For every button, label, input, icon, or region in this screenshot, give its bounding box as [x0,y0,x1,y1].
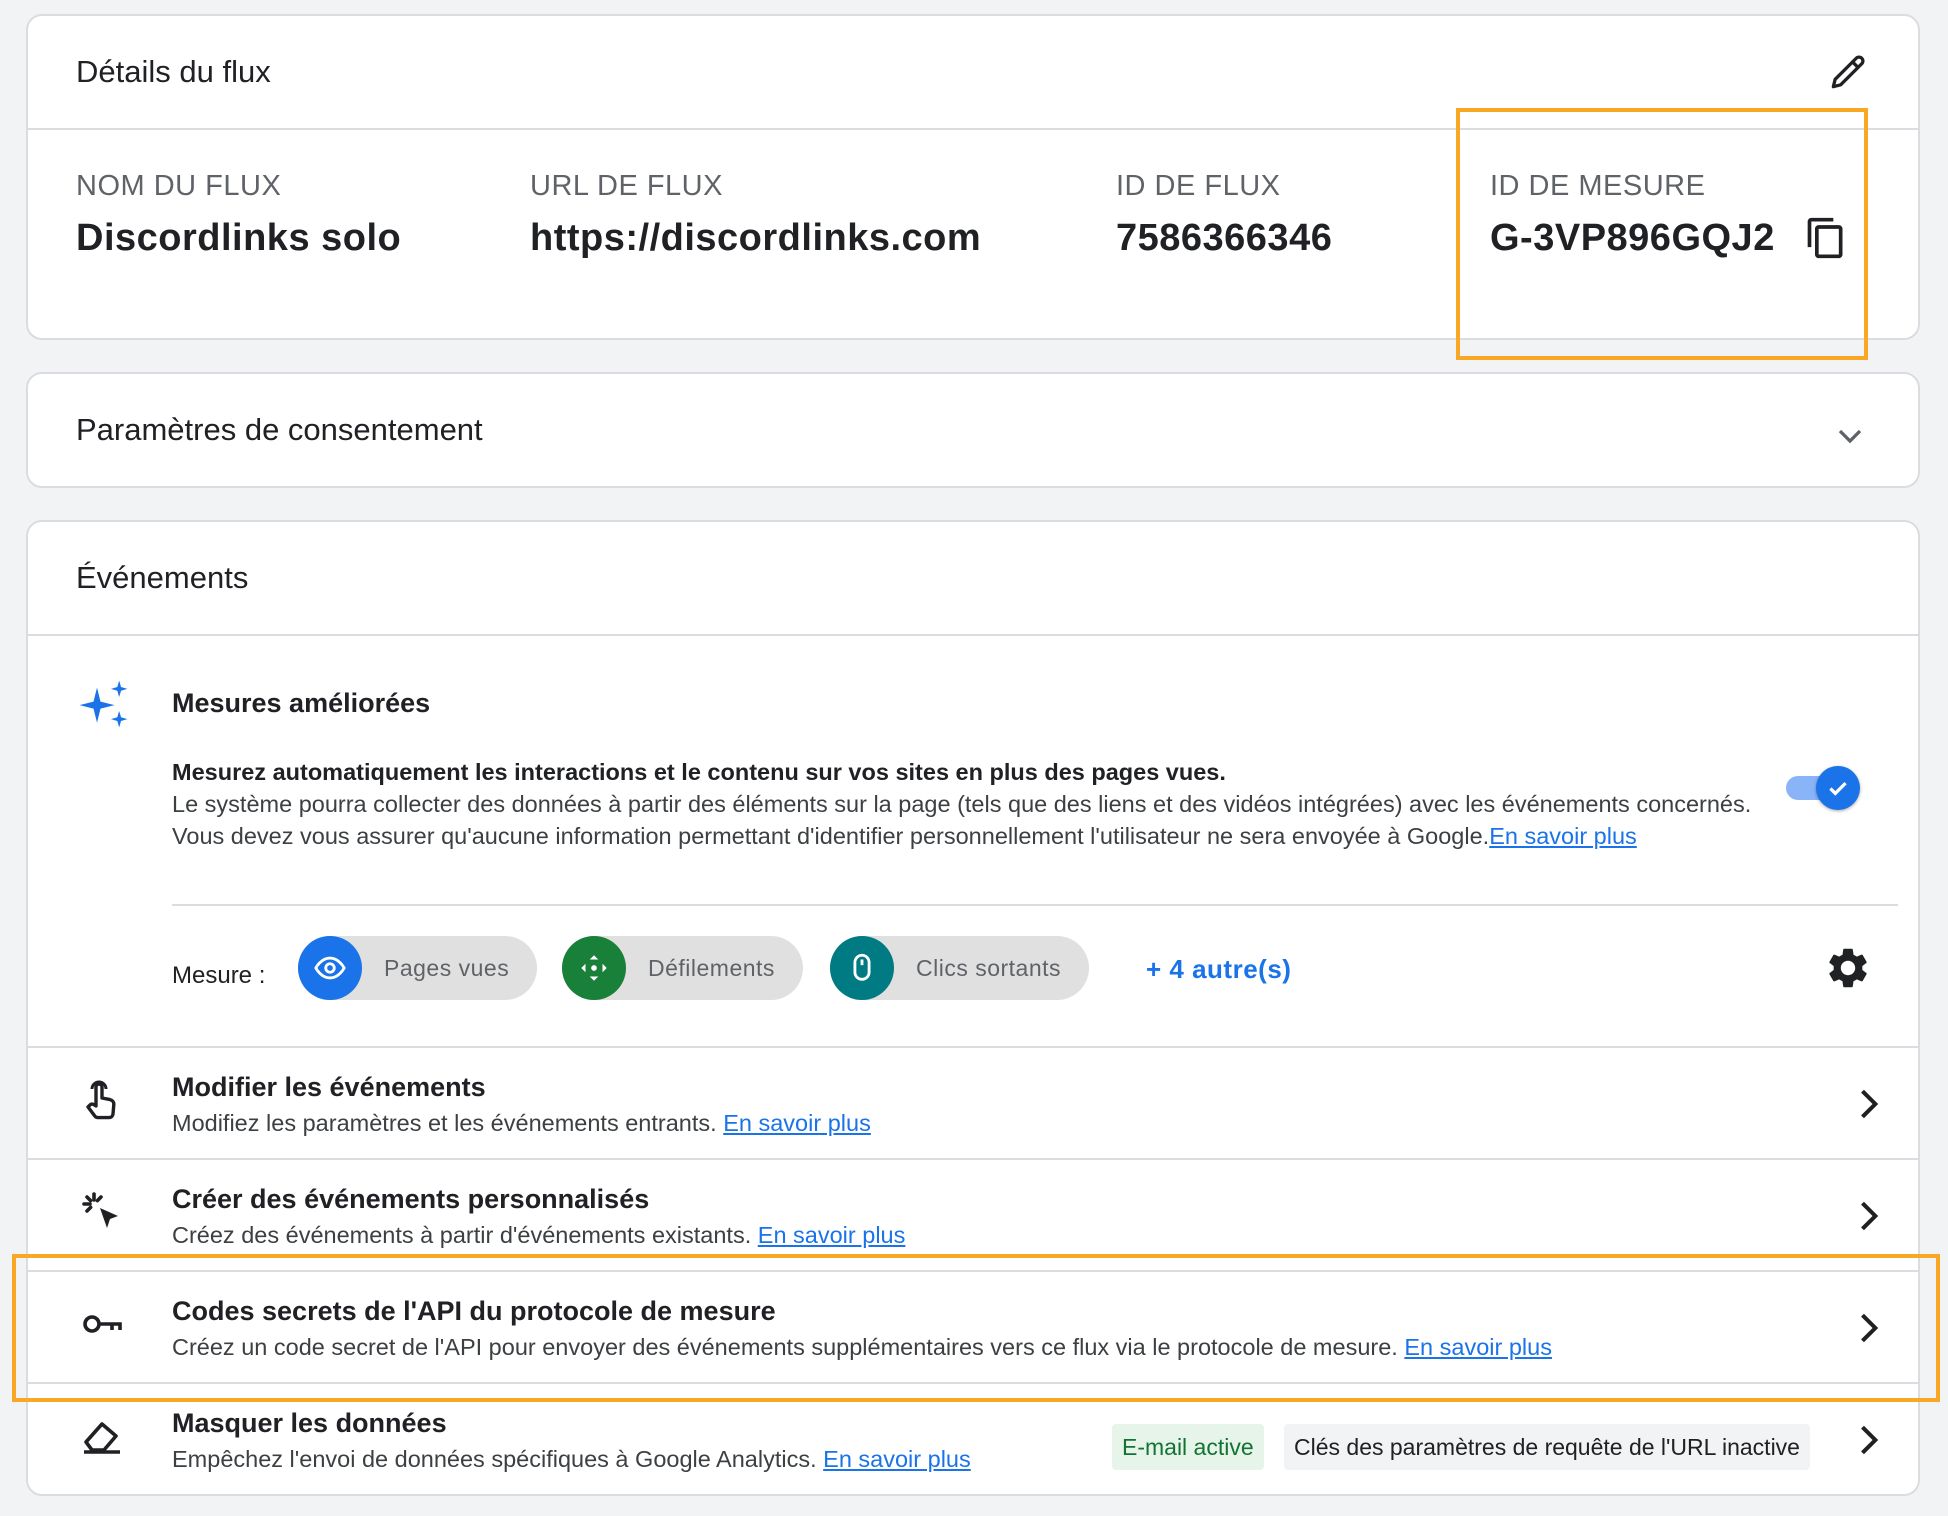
enhanced-measurement-toggle[interactable] [1784,766,1860,810]
url-query-status-badge: Clés des paramètres de requête de l'URL … [1284,1424,1810,1470]
chip-outbound-clicks[interactable]: Clics sortants [830,936,1090,1000]
scroll-icon [562,936,626,1000]
mouse-icon [830,936,894,1000]
stream-details-row: NOM DU FLUX Discordlinks solo URL DE FLU… [28,130,1918,338]
events-header: Événements [28,522,1918,636]
stream-details-header: Détails du flux [28,16,1918,130]
toggle-knob [1816,766,1860,810]
learn-more-link[interactable]: En savoir plus [723,1110,871,1136]
consent-settings-title: Paramètres de consentement [76,412,483,447]
row-title: Modifier les événements [172,1072,486,1102]
measurement-id-label: ID DE MESURE [1490,170,1706,202]
measurement-id-value: G-3VP896GQJ2 [1490,217,1775,259]
chip-scrolls[interactable]: Défilements [562,936,803,1000]
row-subtitle: Créez un code secret de l'API pour envoy… [172,1334,1552,1361]
events-card: Événements Mesures améliorées Mesurez au… [26,520,1920,1496]
chip-label: Défilements [648,954,775,981]
key-icon [78,1300,134,1356]
row-title: Masquer les données [172,1408,447,1438]
row-subtitle: Empêchez l'envoi de données spécifiques … [172,1446,971,1473]
chevron-right-icon[interactable] [1846,1306,1890,1350]
eye-icon [298,936,362,1000]
stream-details-card: Détails du flux NOM DU FLUX Discordlinks… [26,14,1920,340]
stream-name-label: NOM DU FLUX [76,170,282,202]
row-subtitle-text: Modifiez les paramètres et les événement… [172,1110,717,1136]
touch-icon [78,1076,134,1132]
stream-name-value: Discordlinks solo [76,217,402,259]
eraser-icon [78,1412,134,1468]
edit-icon[interactable] [1826,50,1870,94]
row-subtitle-text: Créez un code secret de l'API pour envoy… [172,1334,1398,1360]
stream-name-field: NOM DU FLUX Discordlinks solo [76,170,401,260]
row-subtitle: Créez des événements à partir d'événemen… [172,1222,905,1249]
chip-label: Pages vues [384,954,510,981]
stream-details-title: Détails du flux [76,54,271,89]
row-subtitle: Modifiez les paramètres et les événement… [172,1110,871,1137]
consent-settings-header[interactable]: Paramètres de consentement [28,374,1918,486]
gear-icon[interactable] [1824,944,1872,992]
chevron-down-icon[interactable] [1830,416,1870,456]
api-secrets-row[interactable]: Codes secrets de l'API du protocole de m… [28,1272,1918,1384]
enhanced-description-bold: Mesurez automatiquement les interactions… [172,759,1226,785]
stream-url-label: URL DE FLUX [530,170,723,202]
learn-more-link[interactable]: En savoir plus [758,1222,906,1248]
stream-url-field: URL DE FLUX https://discordlinks.com [530,170,981,260]
modify-events-row[interactable]: Modifier les événements Modifiez les par… [28,1048,1918,1160]
check-icon [1825,775,1851,801]
chip-page-views[interactable]: Pages vues [298,936,538,1000]
row-title: Créer des événements personnalisés [172,1184,650,1214]
measurement-id-field: ID DE MESURE G-3VP896GQJ2 [1490,170,1775,260]
click-icon [78,1188,134,1244]
enhanced-measurement-section: Mesures améliorées Mesurez automatiqueme… [28,636,1918,1048]
events-title: Événements [76,560,249,595]
row-subtitle-text: Empêchez l'envoi de données spécifiques … [172,1446,817,1472]
enhanced-measurement-title: Mesures améliorées [172,688,431,718]
learn-more-link[interactable]: En savoir plus [1404,1334,1552,1360]
more-measures-link[interactable]: + 4 autre(s) [1146,954,1291,985]
stream-url-value: https://discordlinks.com [530,217,982,259]
stream-id-label: ID DE FLUX [1116,170,1281,202]
copy-icon[interactable] [1804,216,1848,260]
redact-data-row[interactable]: Masquer les données Empêchez l'envoi de … [28,1384,1918,1494]
stream-id-value: 7586366346 [1116,217,1333,259]
learn-more-link[interactable]: En savoir plus [823,1446,971,1472]
create-custom-events-row[interactable]: Créer des événements personnalisés Créez… [28,1160,1918,1272]
enhanced-learn-more-link[interactable]: En savoir plus [1489,823,1637,849]
chevron-right-icon[interactable] [1846,1418,1890,1462]
consent-settings-card[interactable]: Paramètres de consentement [26,372,1920,488]
measure-label: Mesure : [172,962,266,989]
chip-label: Clics sortants [916,954,1062,981]
chevron-right-icon[interactable] [1846,1194,1890,1238]
sparkle-icon [76,676,132,732]
row-title: Codes secrets de l'API du protocole de m… [172,1296,776,1326]
divider [172,904,1898,906]
stream-id-field: ID DE FLUX 7586366346 [1116,170,1332,260]
row-subtitle-text: Créez des événements à partir d'événemen… [172,1222,752,1248]
email-status-badge: E-mail active [1112,1424,1264,1470]
enhanced-measurement-description: Mesurez automatiquement les interactions… [172,756,1762,852]
chevron-right-icon[interactable] [1846,1082,1890,1126]
